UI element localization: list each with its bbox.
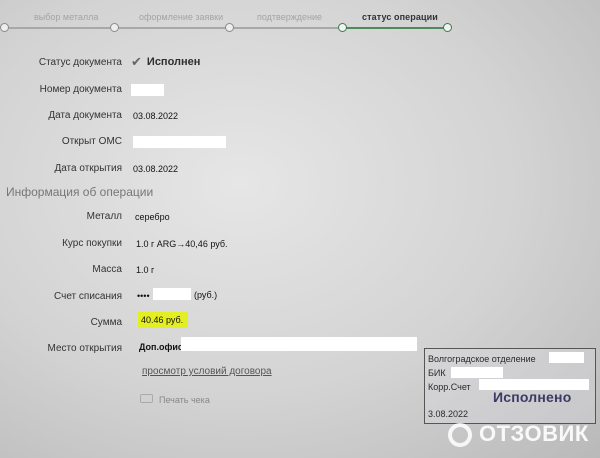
print-receipt-label: Печать чека: [159, 395, 210, 405]
rate-label: Курс покупки: [62, 238, 122, 249]
doc-date-label: Дата документа: [48, 110, 122, 121]
sum-value: 40.46 руб.: [141, 315, 184, 325]
stamp-corr-account: Корр.Счет: [428, 382, 471, 392]
step-dot-1: [0, 23, 9, 32]
status-text: Исполнен: [146, 56, 201, 68]
status-value: ✔ Исполнен: [131, 54, 200, 70]
contract-terms-link[interactable]: просмотр условий договора: [142, 366, 272, 377]
open-date-value: 03.08.2022: [133, 164, 179, 174]
redacted-office-address: [181, 337, 417, 351]
open-date-label: Дата открытия: [54, 163, 122, 174]
stamp-bik: БИК: [428, 368, 446, 378]
status-label: Статус документа: [38, 57, 122, 68]
check-icon: ✔: [131, 54, 142, 69]
stamp-date: 3.08.2022: [428, 409, 469, 419]
redacted-account-number: [153, 288, 191, 300]
account-label: Счет списания: [54, 291, 122, 302]
bank-stamp: Волгоградское отделение БИК Корр.Счет Ис…: [424, 348, 596, 424]
step-label-operation-status: статус операции: [362, 12, 438, 22]
watermark-text: ОТЗОВИК: [479, 421, 589, 446]
step-label-application: оформление заявки: [139, 12, 224, 22]
metal-label: Металл: [86, 211, 122, 222]
step-label-select-metal: выбор металла: [34, 12, 99, 22]
doc-number-label: Номер документа: [39, 84, 122, 95]
redacted-bik: [451, 367, 503, 378]
sum-label: Сумма: [90, 317, 122, 328]
otzovik-logo-icon: [448, 423, 472, 447]
step-dot-2: [110, 23, 119, 32]
operation-section-title: Информация об операции: [6, 185, 154, 199]
step-dot-3: [225, 23, 234, 32]
doc-date-value: 03.08.2022: [133, 111, 179, 121]
mass-value: 1.0 г: [136, 265, 155, 275]
print-receipt-button[interactable]: Печать чека: [140, 394, 210, 405]
redacted-oms-account: [133, 136, 226, 148]
account-prefix: ••••: [137, 291, 150, 301]
stepper-track-active: [343, 27, 449, 29]
progress-stepper: выбор металла оформление заявки подтверж…: [0, 0, 600, 40]
rate-value: 1.0 г ARG→40,46 руб.: [136, 239, 228, 249]
step-dot-4: [338, 23, 347, 32]
stamp-branch: Волгоградское отделение: [428, 354, 536, 364]
redacted-doc-number: [131, 84, 164, 96]
printer-icon: [140, 394, 153, 403]
place-label: Место открытия: [47, 343, 122, 354]
step-dot-end: [443, 23, 452, 32]
oms-label: Открыт ОМС: [61, 136, 122, 147]
stamp-status: Исполнено: [493, 389, 572, 405]
step-label-confirmation: подтверждение: [257, 12, 323, 22]
redacted-branch: [549, 352, 584, 363]
place-value: Доп.офис: [139, 342, 183, 352]
account-currency: (руб.): [194, 290, 218, 300]
metal-value: серебро: [135, 212, 170, 222]
mass-label: Масса: [92, 264, 122, 275]
